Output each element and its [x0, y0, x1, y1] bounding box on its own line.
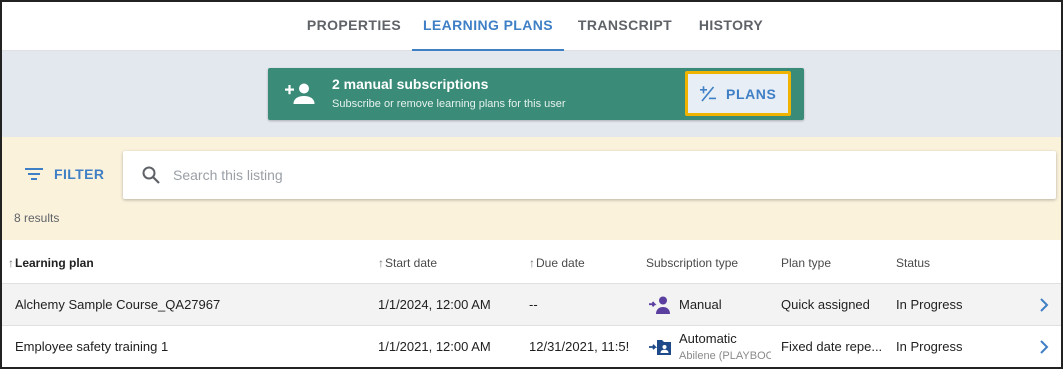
- column-status[interactable]: Status: [896, 256, 930, 270]
- chevron-right-icon[interactable]: [1037, 338, 1051, 356]
- search-box: [123, 151, 1056, 199]
- plan-type: Quick assigned: [781, 297, 870, 312]
- column-subscription-type[interactable]: Subscription type: [646, 256, 738, 270]
- add-person-icon: [285, 83, 315, 104]
- window: PROPERTIES LEARNING PLANS TRANSCRIPT HIS…: [0, 0, 1063, 369]
- plans-button[interactable]: PLANS: [685, 71, 791, 116]
- plus-minus-icon: [700, 86, 716, 102]
- subscription-detail: Abilene (PLAYBOO: [679, 350, 771, 362]
- banner-title: 2 manual subscriptions: [332, 76, 489, 92]
- table-row[interactable]: Alchemy Sample Course_QA27967 1/1/2024, …: [2, 284, 1061, 326]
- filter-label: FILTER: [54, 166, 105, 182]
- sort-arrow-icon: ↑: [529, 256, 535, 270]
- learning-plans-table: ↑Learning plan ↑Start date ↑Due date Sub…: [2, 242, 1061, 367]
- person-add-icon: [649, 296, 670, 314]
- chevron-right-icon[interactable]: [1037, 296, 1051, 314]
- due-date: 12/31/2021, 11:5!: [529, 339, 630, 354]
- sort-arrow-icon: ↑: [378, 256, 384, 270]
- search-input[interactable]: [173, 163, 1033, 187]
- subscription-banner: 2 manual subscriptions Subscribe or remo…: [268, 68, 804, 120]
- due-date: --: [529, 297, 538, 312]
- learning-plan-name: Alchemy Sample Course_QA27967: [15, 297, 221, 312]
- plan-type: Fixed date repe...: [781, 339, 883, 354]
- subscription-type: Automatic: [679, 331, 737, 346]
- sort-arrow-icon: ↑: [8, 256, 14, 270]
- tab-history[interactable]: HISTORY: [686, 2, 776, 51]
- search-icon: [142, 166, 160, 184]
- tab-learning-plans[interactable]: LEARNING PLANS: [412, 2, 564, 51]
- status: In Progress: [896, 339, 963, 354]
- column-due-date[interactable]: ↑Due date: [529, 256, 585, 270]
- folder-login-icon: [649, 340, 671, 355]
- results-count: 8 results: [14, 211, 60, 225]
- banner-subtitle: Subscribe or remove learning plans for t…: [332, 98, 566, 110]
- column-start-date[interactable]: ↑Start date: [378, 256, 437, 270]
- column-plan-type[interactable]: Plan type: [781, 256, 831, 270]
- banner-area: 2 manual subscriptions Subscribe or remo…: [2, 51, 1061, 137]
- filter-bar: FILTER 8 results: [2, 137, 1061, 240]
- tab-properties[interactable]: PROPERTIES: [297, 2, 411, 51]
- tab-bar: PROPERTIES LEARNING PLANS TRANSCRIPT HIS…: [2, 2, 1061, 51]
- column-learning-plan[interactable]: ↑Learning plan: [8, 256, 94, 270]
- subscription-type: Manual: [679, 297, 722, 312]
- status: In Progress: [896, 297, 963, 312]
- filter-icon: [25, 168, 43, 180]
- start-date: 1/1/2024, 12:00 AM: [378, 297, 491, 312]
- plans-button-label: PLANS: [726, 86, 777, 102]
- table-row[interactable]: Employee safety training 1 1/1/2021, 12:…: [2, 326, 1061, 367]
- tab-transcript[interactable]: TRANSCRIPT: [566, 2, 684, 51]
- start-date: 1/1/2021, 12:00 AM: [378, 339, 491, 354]
- table-header: ↑Learning plan ↑Start date ↑Due date Sub…: [2, 242, 1061, 284]
- learning-plan-name: Employee safety training 1: [15, 339, 169, 354]
